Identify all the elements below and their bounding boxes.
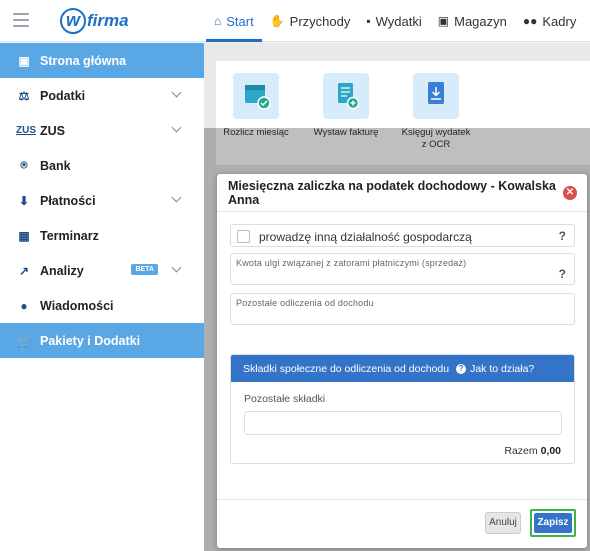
logo-text: firma bbox=[87, 11, 129, 30]
sidebar-item-podatki[interactable]: ⚖ Podatki bbox=[0, 78, 204, 113]
sidebar-item-pakiety[interactable]: 🛒 Pakiety i Dodatki bbox=[0, 323, 204, 358]
other-business-checkbox-row[interactable]: prowadzę inną działalność gospodarczą ? bbox=[230, 224, 575, 247]
home-icon: ▣ bbox=[18, 53, 30, 68]
download-icon: ⬇ bbox=[18, 193, 30, 208]
other-business-label: prowadzę inną działalność gospodarczą bbox=[259, 230, 472, 244]
razem-summary: Razem 0,00 bbox=[504, 445, 561, 457]
chevron-down-icon bbox=[171, 262, 182, 273]
razem-value: 0,00 bbox=[540, 445, 561, 457]
calendar-icon: ▦ bbox=[18, 228, 30, 243]
save-button-label: Zapisz bbox=[534, 513, 572, 533]
chevron-down-icon bbox=[171, 87, 182, 98]
chevron-down-icon bbox=[171, 122, 182, 133]
sidebar-item-analizy[interactable]: ↗ Analizy BETA bbox=[0, 253, 204, 288]
jak-to-dziala-link[interactable]: Jak to działa? bbox=[470, 363, 534, 375]
income-hand-icon: ✋ bbox=[269, 14, 285, 28]
cart-icon: 🛒 bbox=[16, 333, 32, 348]
dialog-title: Miesięczna zaliczka na podatek dochodowy… bbox=[228, 178, 556, 207]
close-icon[interactable]: ✕ bbox=[563, 186, 577, 200]
scales-icon: ⚖ bbox=[18, 88, 30, 103]
sidebar: ▣ Strona główna ⚖ Podatki ZUS ZUS ⍟ Bank… bbox=[0, 43, 204, 551]
help-icon[interactable]: ? bbox=[456, 363, 467, 374]
pozostale-odliczenia-field[interactable]: Pozostałe odliczenia od dochodu bbox=[230, 293, 575, 325]
sidebar-item-terminarz[interactable]: ▦ Terminarz bbox=[0, 218, 204, 253]
nav-kadry[interactable]: ●● Kadry bbox=[515, 0, 584, 42]
nav-wydatki[interactable]: ▪ Wydatki bbox=[358, 0, 429, 42]
top-nav: ⌂ Start ✋ Przychody ▪ Wydatki ▣ Magazyn … bbox=[206, 0, 584, 42]
wfirma-logo[interactable]: w firma bbox=[60, 8, 129, 34]
nav-start[interactable]: ⌂ Start bbox=[206, 0, 262, 42]
chart-icon: ↗ bbox=[18, 263, 30, 278]
wallet-icon: ▪ bbox=[366, 14, 371, 28]
bank-icon: ⍟ bbox=[20, 158, 28, 172]
warehouse-icon: ▣ bbox=[437, 14, 450, 28]
nav-przychody[interactable]: ✋ Przychody bbox=[262, 0, 359, 42]
chat-icon: ● bbox=[20, 298, 28, 313]
home-icon: ⌂ bbox=[214, 14, 222, 28]
other-business-checkbox[interactable] bbox=[237, 230, 250, 243]
save-button[interactable]: Zapisz bbox=[530, 509, 576, 537]
tax-advance-dialog: Miesięczna zaliczka na podatek dochodowy… bbox=[217, 174, 587, 548]
sidebar-item-platnosci[interactable]: ⬇ Płatności bbox=[0, 183, 204, 218]
top-bar: w firma ⌂ Start ✋ Przychody ▪ Wydatki ▣ … bbox=[0, 0, 590, 42]
pozostale-odliczenia-label: Pozostałe odliczenia od dochodu bbox=[236, 298, 374, 308]
pozostale-skladki-label: Pozostałe składki bbox=[244, 393, 326, 405]
dialog-header: Miesięczna zaliczka na podatek dochodowy… bbox=[217, 174, 587, 212]
help-icon[interactable]: ? bbox=[559, 267, 566, 281]
ulga-field[interactable]: Kwota ulgi związanej z zatorami płatnicz… bbox=[230, 253, 575, 285]
nav-magazyn[interactable]: ▣ Magazyn bbox=[430, 0, 515, 42]
menu-icon[interactable] bbox=[13, 13, 29, 27]
sidebar-item-zus[interactable]: ZUS ZUS bbox=[0, 113, 204, 148]
pozostale-skladki-input[interactable] bbox=[244, 411, 562, 435]
beta-badge: BETA bbox=[131, 264, 158, 275]
ulga-label: Kwota ulgi związanej z zatorami płatnicz… bbox=[236, 258, 467, 268]
skladki-header: Składki społeczne do odliczenia od docho… bbox=[231, 355, 574, 382]
sidebar-item-wiadomosci[interactable]: ● Wiadomości bbox=[0, 288, 204, 323]
calendar-check-icon bbox=[233, 73, 279, 119]
sidebar-item-strona-glowna[interactable]: ▣ Strona główna bbox=[0, 43, 204, 78]
sidebar-item-bank[interactable]: ⍟ Bank bbox=[0, 148, 204, 183]
cancel-button[interactable]: Anuluj bbox=[485, 512, 521, 534]
chevron-down-icon bbox=[171, 192, 182, 203]
help-icon[interactable]: ? bbox=[559, 229, 566, 243]
invoice-add-icon bbox=[323, 73, 369, 119]
ocr-document-icon bbox=[413, 73, 459, 119]
zus-logo: ZUS bbox=[16, 125, 36, 136]
dialog-footer-divider bbox=[217, 499, 587, 500]
users-icon: ●● bbox=[522, 14, 538, 28]
